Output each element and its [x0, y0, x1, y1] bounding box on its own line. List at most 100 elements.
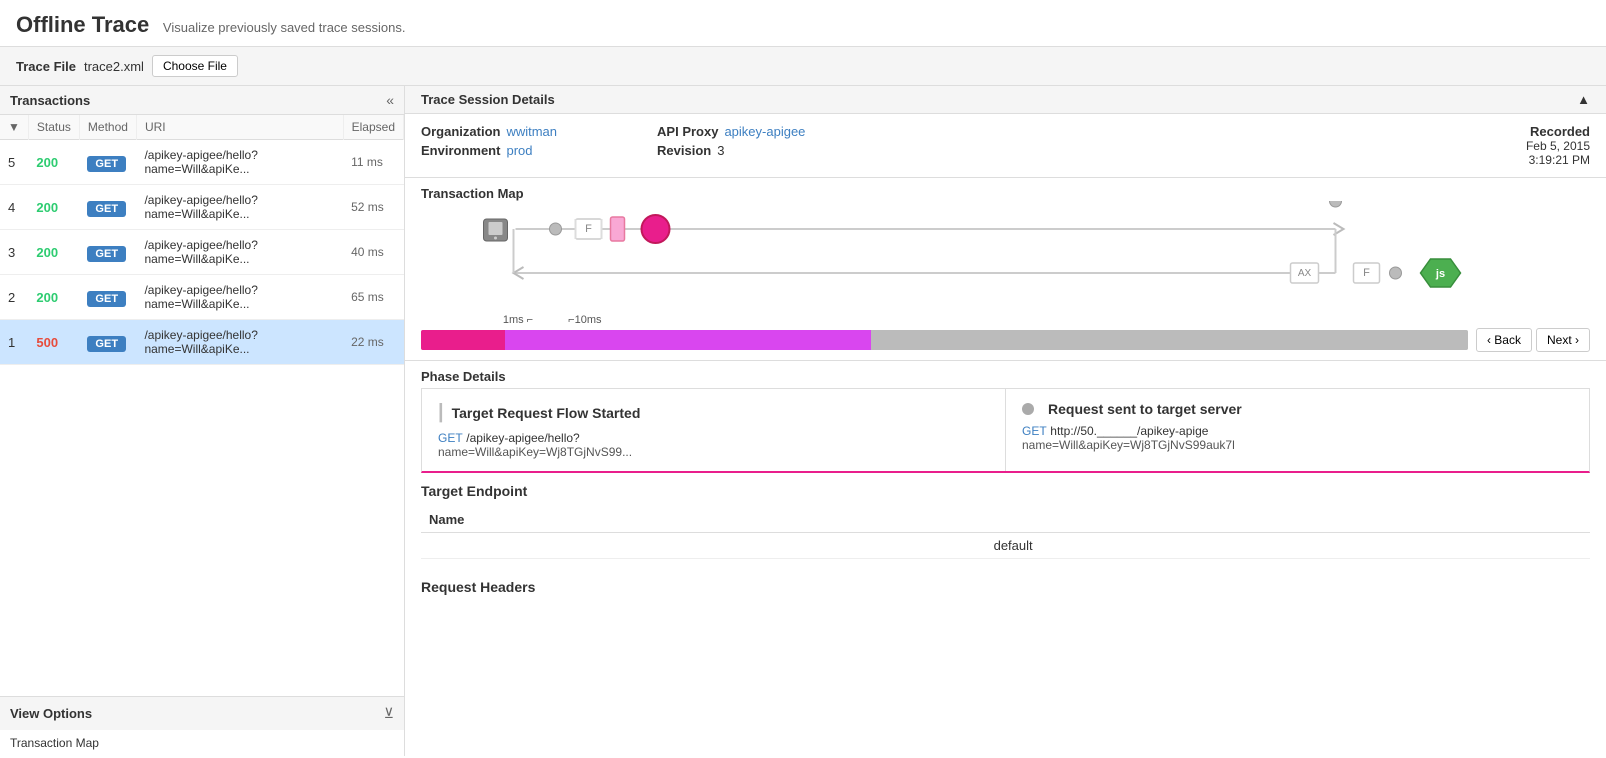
- view-options-section: View Options ⊻: [0, 696, 404, 730]
- tx-elapsed: 11 ms: [343, 140, 403, 185]
- transactions-header: Transactions «: [0, 86, 404, 115]
- tx-status: 500: [28, 320, 79, 365]
- svg-text:js: js: [1435, 268, 1445, 280]
- phase-card-1-params: name=Will&apiKey=Wj8TGjNvS99...: [438, 445, 989, 459]
- col-sort[interactable]: ▼: [0, 115, 28, 140]
- phase-card-2: Request sent to target server GET http:/…: [1006, 389, 1589, 471]
- request-headers-section: Request Headers: [405, 569, 1606, 609]
- choose-file-button[interactable]: Choose File: [152, 55, 238, 77]
- transactions-collapse-button[interactable]: «: [386, 92, 394, 108]
- view-options-collapse-button[interactable]: ⊻: [384, 705, 394, 722]
- table-row[interactable]: 4 200 GET /apikey-apigee/hello? name=Wil…: [0, 185, 404, 230]
- tx-status: 200: [28, 185, 79, 230]
- env-value: prod: [506, 143, 532, 158]
- tx-uri: /apikey-apigee/hello? name=Will&apiKe...: [136, 230, 343, 275]
- tx-uri: /apikey-apigee/hello? name=Will&apiKe...: [136, 275, 343, 320]
- revision-value: 3: [717, 143, 724, 158]
- recorded-time: 3:19:21 PM: [1526, 153, 1590, 167]
- revision-label: Revision: [657, 143, 711, 158]
- timeline-label-1ms: 1ms ⌐: [503, 314, 533, 326]
- tx-uri: /apikey-apigee/hello? name=Will&apiKe...: [136, 185, 343, 230]
- tx-uri: /apikey-apigee/hello? name=Will&apiKe...: [136, 140, 343, 185]
- transactions-label: Transactions: [10, 93, 90, 108]
- page-title: Offline Trace: [16, 12, 149, 37]
- org-label: Organization: [421, 124, 500, 139]
- col-method: Method: [79, 115, 136, 140]
- col-uri: URI: [136, 115, 343, 140]
- tx-status: 200: [28, 140, 79, 185]
- phase-card-2-get: GET http://50.______/apikey-apige: [1022, 423, 1573, 438]
- proxy-group: API Proxy apikey-apigee: [657, 124, 805, 139]
- timeline-bar: [421, 330, 1468, 350]
- tx-elapsed: 40 ms: [343, 230, 403, 275]
- tx-elapsed: 65 ms: [343, 275, 403, 320]
- phase-details-title: Phase Details: [405, 361, 1606, 388]
- svg-text:F: F: [1363, 267, 1370, 279]
- view-options-label: View Options: [10, 706, 92, 721]
- target-endpoint-title: Target Endpoint: [421, 483, 1590, 499]
- phase-card-1-title: | Target Request Flow Started: [438, 401, 989, 424]
- phase-card-2-params: name=Will&apiKey=Wj8TGjNvS99auk7l: [1022, 438, 1573, 452]
- collapse-session-icon[interactable]: ▲: [1577, 92, 1590, 107]
- target-name-row: default: [421, 533, 1590, 559]
- target-name-cell: [421, 533, 986, 559]
- timeline-wrapper: 1ms ⌐ ⌐10ms ‹ Back Next ›: [405, 314, 1606, 360]
- tx-num: 2: [0, 275, 28, 320]
- phase-dot-icon: [1022, 403, 1034, 415]
- org-group: Organization wwitman: [421, 124, 557, 139]
- tx-method: GET: [79, 140, 136, 185]
- phase-card-1-get: GET /apikey-apigee/hello?: [438, 430, 989, 445]
- tx-elapsed: 52 ms: [343, 185, 403, 230]
- tx-method: GET: [79, 185, 136, 230]
- phase-details-section: Phase Details | Target Request Flow Star…: [405, 361, 1606, 473]
- page-subtitle: Visualize previously saved trace session…: [163, 20, 406, 35]
- tx-map-label: Transaction Map: [0, 730, 404, 756]
- session-details-title: Trace Session Details: [421, 92, 555, 107]
- target-table: Name default: [421, 507, 1590, 559]
- tx-num: 4: [0, 185, 28, 230]
- timeline-bar-phase2: [505, 330, 871, 350]
- recorded-date: Feb 5, 2015: [1526, 139, 1590, 153]
- table-row[interactable]: 3 200 GET /apikey-apigee/hello? name=Wil…: [0, 230, 404, 275]
- right-panel: Trace Session Details ▲ Organization wwi…: [405, 86, 1606, 756]
- col-elapsed: Elapsed: [343, 115, 403, 140]
- session-details-header: Trace Session Details ▲: [405, 86, 1606, 114]
- recorded-label: Recorded: [1526, 124, 1590, 139]
- phase-pipe-icon: |: [438, 401, 444, 424]
- trace-file-bar: Trace File trace2.xml Choose File: [0, 47, 1606, 86]
- timeline-labels: 1ms ⌐ ⌐10ms: [421, 314, 1590, 326]
- flow-diagram: F AX F: [405, 201, 1606, 311]
- col-status: Status: [28, 115, 79, 140]
- tx-num: 5: [0, 140, 28, 185]
- back-button[interactable]: ‹ Back: [1476, 328, 1532, 352]
- right-content: Organization wwitman Environment prod AP…: [405, 114, 1606, 756]
- org-value: wwitman: [506, 124, 557, 139]
- timeline-bar-phase3: [871, 330, 1468, 350]
- tx-uri: /apikey-apigee/hello? name=Will&apiKe...: [136, 320, 343, 365]
- timeline-nav-buttons: ‹ Back Next ›: [1476, 328, 1590, 352]
- timeline-bar-phase1: [421, 330, 505, 350]
- timeline-label-10ms: ⌐10ms: [568, 314, 601, 326]
- proxy-value: apikey-apigee: [724, 124, 805, 139]
- tx-method: GET: [79, 230, 136, 275]
- phase-card-1: | Target Request Flow Started GET /apike…: [422, 389, 1006, 471]
- transactions-table: ▼ Status Method URI Elapsed 5 200 GET /a…: [0, 115, 404, 365]
- table-row[interactable]: 1 500 GET /apikey-apigee/hello? name=Wil…: [0, 320, 404, 365]
- revision-group: Revision 3: [657, 143, 805, 158]
- table-row[interactable]: 5 200 GET /apikey-apigee/hello? name=Wil…: [0, 140, 404, 185]
- target-value-header: [986, 507, 1590, 533]
- sort-arrow: ▼: [8, 120, 20, 134]
- main-layout: Transactions « ▼ Status Method URI Elaps…: [0, 86, 1606, 756]
- request-headers-title: Request Headers: [421, 579, 1590, 595]
- tx-num: 1: [0, 320, 28, 365]
- tx-num: 3: [0, 230, 28, 275]
- tx-status: 200: [28, 230, 79, 275]
- tx-elapsed: 22 ms: [343, 320, 403, 365]
- next-button[interactable]: Next ›: [1536, 328, 1590, 352]
- page-header: Offline Trace Visualize previously saved…: [0, 0, 1606, 47]
- transactions-header-row: ▼ Status Method URI Elapsed: [0, 115, 404, 140]
- table-row[interactable]: 2 200 GET /apikey-apigee/hello? name=Wil…: [0, 275, 404, 320]
- env-group: Environment prod: [421, 143, 557, 158]
- tx-map-title: Transaction Map: [405, 178, 1606, 201]
- tx-method: GET: [79, 275, 136, 320]
